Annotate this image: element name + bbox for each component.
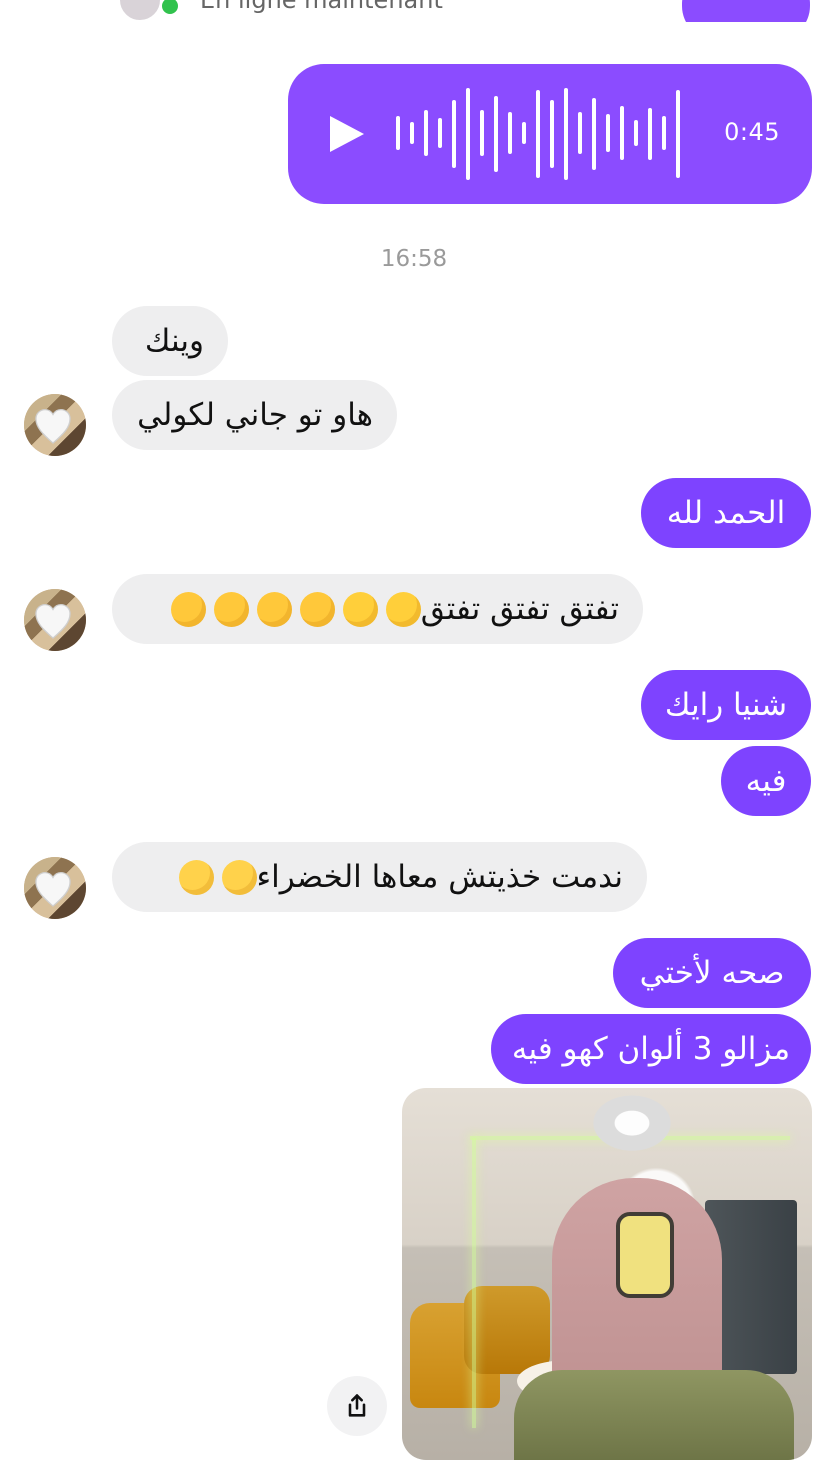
pleading-face-emoji-icon bbox=[221, 859, 257, 895]
outgoing-message[interactable]: الحمد لله bbox=[641, 478, 811, 548]
play-icon[interactable] bbox=[330, 116, 364, 152]
photo-chandelier bbox=[572, 1088, 692, 1166]
online-status-text: En ligne maintenant bbox=[200, 0, 443, 14]
incoming-message[interactable]: ندمت خذيتش معاها الخضراء bbox=[112, 842, 647, 912]
message-text: مزالو 3 ألوان كهو فيه bbox=[511, 1031, 791, 1067]
smiling-hearts-emoji-icon bbox=[256, 591, 292, 627]
message-text: ندمت خذيتش معاها الخضراء bbox=[256, 859, 624, 895]
incoming-message[interactable]: تفتق تفتق تفتق bbox=[112, 574, 643, 644]
photo-chair bbox=[464, 1286, 550, 1374]
share-button[interactable] bbox=[327, 1376, 387, 1436]
photo-phone bbox=[616, 1212, 674, 1298]
incoming-message[interactable]: وينك bbox=[112, 306, 228, 376]
outgoing-message[interactable]: صحه لأختي bbox=[613, 938, 811, 1008]
pleading-face-emoji-icon bbox=[178, 859, 214, 895]
message-text: فيه bbox=[745, 763, 787, 799]
outgoing-message[interactable]: شنيا رايك bbox=[641, 670, 811, 740]
smiling-hearts-emoji-icon bbox=[299, 591, 335, 627]
heart-icon bbox=[35, 871, 71, 907]
message-timestamp: 16:58 bbox=[380, 246, 448, 272]
voice-waveform bbox=[396, 88, 686, 180]
outgoing-message[interactable]: مزالو 3 ألوان كهو فيه bbox=[491, 1014, 811, 1084]
incoming-message[interactable]: هاو تو جاني لكولي bbox=[112, 380, 397, 450]
heart-icon bbox=[35, 603, 71, 639]
contact-avatar[interactable] bbox=[118, 0, 162, 22]
heart-icon bbox=[35, 408, 71, 444]
message-text: صحه لأختي bbox=[639, 955, 785, 991]
message-text: شنيا رايك bbox=[664, 687, 788, 723]
smiling-hearts-emoji-icon bbox=[213, 591, 249, 627]
contact-avatar[interactable] bbox=[24, 857, 86, 919]
message-text: وينك bbox=[144, 323, 204, 359]
share-icon bbox=[348, 1394, 366, 1417]
message-text: الحمد لله bbox=[666, 495, 786, 531]
message-text: هاو تو جاني لكولي bbox=[137, 397, 373, 433]
contact-avatar[interactable] bbox=[24, 589, 86, 651]
chat-header-strip: En ligne maintenant bbox=[0, 0, 828, 22]
outgoing-message[interactable]: فيه bbox=[721, 746, 811, 816]
shared-photo[interactable] bbox=[402, 1088, 812, 1460]
kiss-emoji-icon bbox=[342, 591, 378, 627]
photo-dress bbox=[514, 1370, 794, 1460]
online-status-dot bbox=[160, 0, 180, 16]
smiling-hearts-emoji-icon bbox=[170, 591, 206, 627]
contact-avatar[interactable] bbox=[24, 394, 86, 456]
previous-outgoing-bubble-edge bbox=[682, 0, 810, 22]
message-text: تفتق تفتق تفتق bbox=[420, 591, 619, 627]
kiss-emoji-icon bbox=[385, 591, 421, 627]
voice-duration: 0:45 bbox=[724, 118, 780, 146]
